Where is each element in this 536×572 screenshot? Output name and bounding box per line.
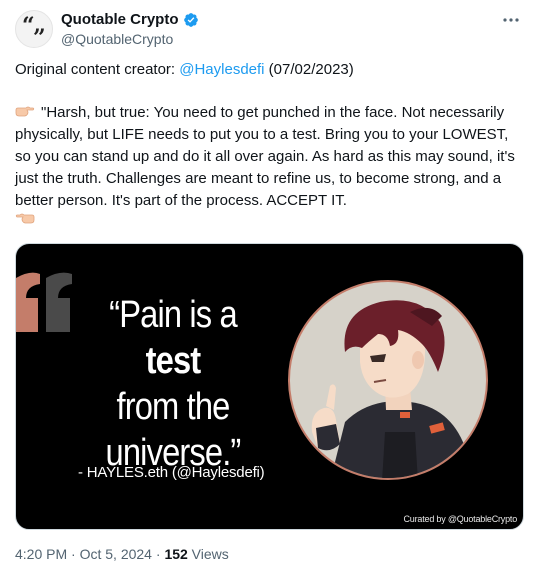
views-count: 152 — [164, 546, 188, 562]
quote-line1-b: test — [145, 340, 202, 382]
curated-credit: Curated by @QuotableCrypto — [403, 514, 518, 524]
tweet-body: "Harsh, but true: You need to get punche… — [15, 102, 525, 212]
views-label: Views — [187, 546, 229, 562]
quote-open: “ — [109, 294, 120, 336]
credit-prefix: Original content creator: — [15, 61, 180, 78]
quote-marks-icon: “ ” — [22, 13, 46, 48]
tweet-media-image[interactable]: “Pain is a test from the universe.” - HA… — [15, 243, 524, 530]
large-quote-mark-icon — [16, 272, 72, 332]
handle[interactable]: @QuotableCrypto — [61, 30, 173, 48]
creator-mention-link[interactable]: @Haylesdefi — [179, 61, 264, 78]
more-horizontal-icon — [503, 18, 519, 22]
tweet-body-text: "Harsh, but true: You need to get punche… — [15, 104, 515, 209]
quote-line2: from the — [116, 386, 230, 428]
svg-text:”: ” — [33, 25, 46, 48]
credit-line: Original content creator: @Haylesdefi (0… — [15, 60, 354, 80]
backhand-index-pointing-right-icon — [15, 106, 35, 117]
tweet-time[interactable]: 4:20 PM — [15, 546, 67, 562]
anime-character-illustration — [311, 300, 470, 478]
more-options-button[interactable] — [498, 10, 524, 30]
media-quote-text: “Pain is a test from the universe.” — [83, 292, 264, 476]
quote-line1-a: Pain is a — [119, 294, 237, 336]
name-row: Quotable Crypto — [61, 11, 199, 29]
meta-separator: · — [67, 546, 80, 562]
display-name[interactable]: Quotable Crypto — [61, 11, 179, 29]
avatar[interactable]: “ ” — [15, 10, 53, 48]
character-portrait — [288, 280, 488, 480]
backhand-index-pointing-left-icon — [15, 213, 35, 224]
tweet-date[interactable]: Oct 5, 2024 — [80, 546, 152, 562]
tweet-meta: 4:20 PM · Oct 5, 2024 · 152 Views — [15, 545, 229, 563]
tweet-header: “ ” Quotable Crypto @QuotableCrypto — [15, 10, 524, 50]
meta-separator: · — [151, 546, 165, 562]
verified-badge-icon — [183, 13, 198, 27]
credit-date: (07/02/2023) — [264, 61, 354, 78]
media-attribution: - HAYLES.eth (@Haylesdefi) — [78, 464, 265, 481]
